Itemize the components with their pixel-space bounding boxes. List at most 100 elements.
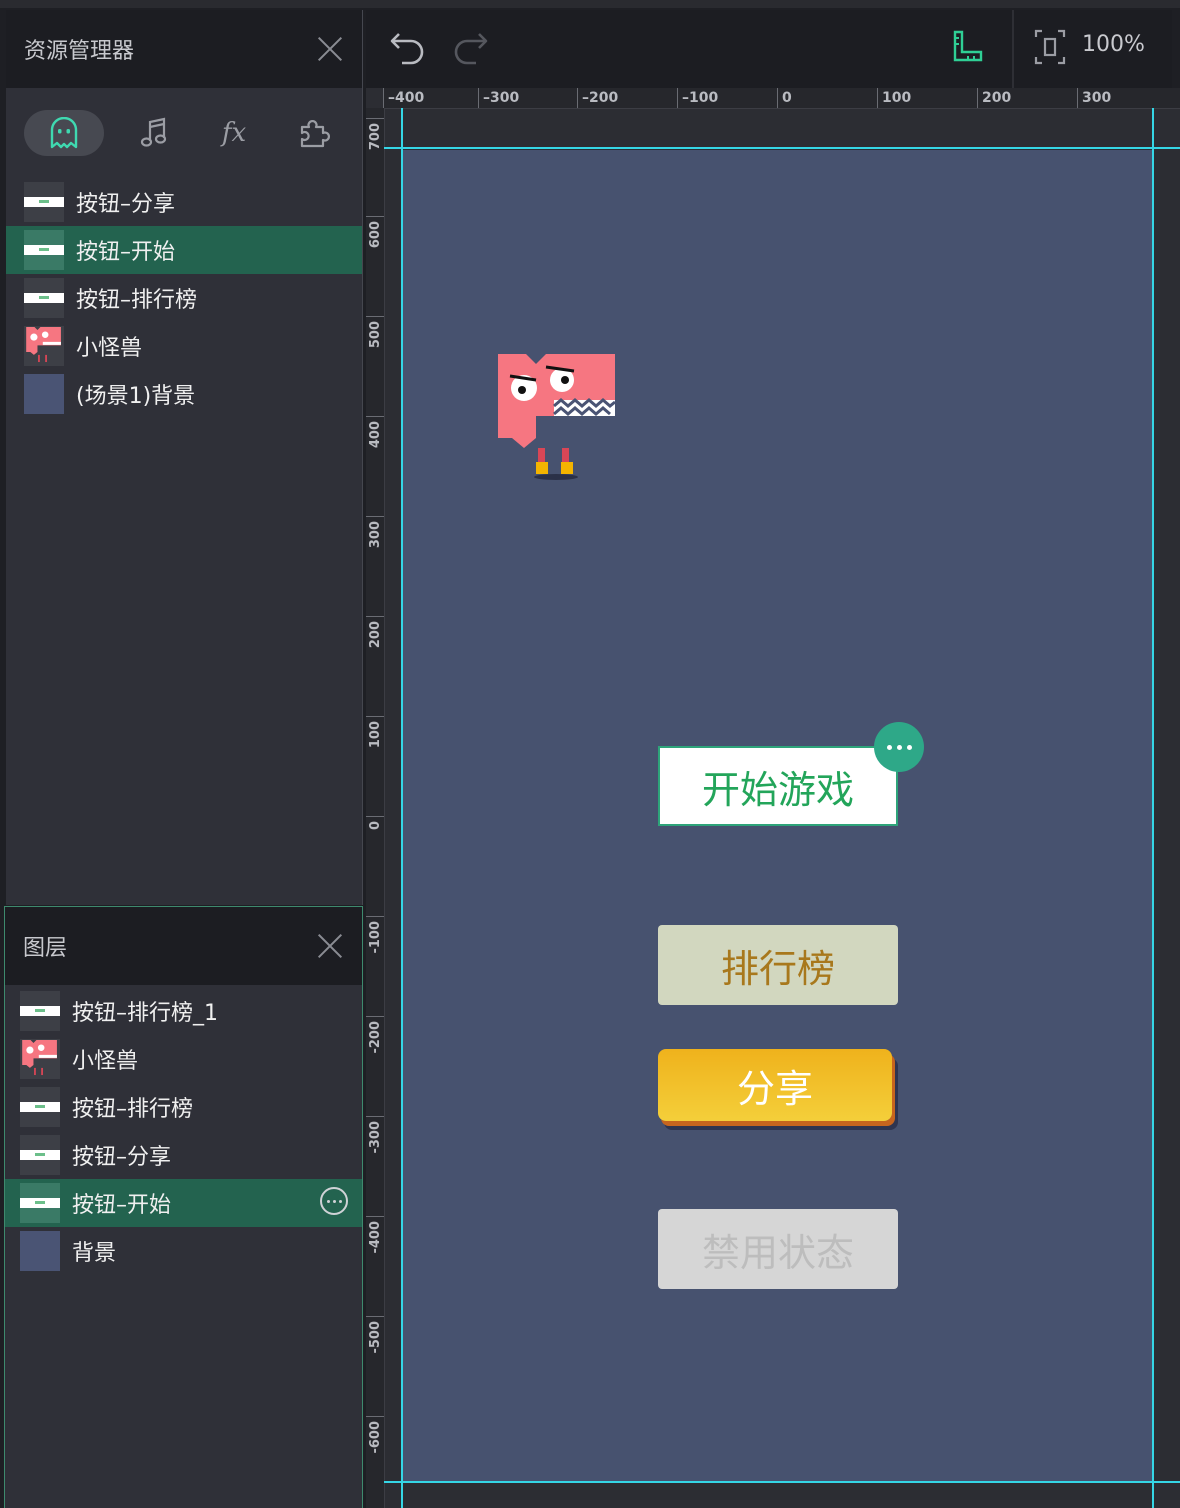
layer-item-label: 小怪兽 — [72, 1049, 139, 1074]
button-thumbnail — [20, 1135, 60, 1175]
ruler-tick: 600 — [366, 216, 384, 248]
toolbar-divider — [1012, 10, 1014, 88]
fx-icon: fx — [221, 118, 247, 148]
background-thumbnail — [20, 1231, 60, 1271]
asset-item-label: 按钮–排行榜 — [76, 288, 198, 313]
disabled-state-label: 禁用状态 — [701, 1230, 854, 1275]
layer-item-rank[interactable]: 按钮–排行榜 — [5, 1083, 362, 1131]
ruler-tick: 0 — [366, 816, 384, 830]
background-thumbnail — [24, 374, 64, 414]
fit-screen-icon — [1034, 29, 1066, 65]
fit-screen-button[interactable] — [1034, 28, 1066, 70]
button-thumbnail — [24, 182, 64, 222]
layer-list: 按钮–排行榜_1 小怪兽 按钮–排行榜 按钮–分享 按钮–开始 背景 — [5, 985, 362, 1275]
start-game-label: 开始游戏 — [701, 767, 854, 812]
layer-item-monster[interactable]: 小怪兽 — [5, 1035, 362, 1083]
layers-panel: 图层 按钮–排行榜_1 小怪兽 按钮–排行榜 按钮–分享 按钮–开始 背景 — [4, 906, 363, 1508]
layers-panel-header: 图层 — [5, 907, 362, 985]
share-label: 分享 — [736, 1066, 813, 1111]
assets-panel-header: 资源管理器 — [6, 10, 362, 88]
layer-item-label: 按钮–排行榜 — [72, 1097, 194, 1122]
layer-item-label: 按钮–排行榜_1 — [72, 1001, 218, 1026]
asset-item-label: (场景1)背景 — [76, 384, 196, 409]
ruler-tick: 0 — [777, 88, 792, 108]
leaderboard-button[interactable]: 排行榜 — [658, 925, 898, 1005]
ruler-tick: -400 — [366, 1216, 384, 1254]
ruler-tick: –400 — [383, 88, 424, 108]
assets-panel: 资源管理器 fx 按钮–分享 按钮–开始 按钮–排行榜 小怪兽 (场景1)背景 — [6, 10, 363, 905]
undo-icon — [390, 33, 424, 65]
ruler-tick: –100 — [677, 88, 718, 108]
tab-plugins[interactable] — [284, 110, 344, 156]
canvas-guide-right — [1152, 108, 1154, 1508]
layers-panel-title: 图层 — [23, 936, 68, 961]
layer-item-rank-1[interactable]: 按钮–排行榜_1 — [5, 987, 362, 1035]
button-thumbnail — [20, 991, 60, 1031]
window-top-border — [0, 0, 1180, 8]
asset-item-button-share[interactable]: 按钮–分享 — [6, 178, 362, 226]
layer-item-label: 按钮–开始 — [72, 1193, 172, 1218]
scene-stage[interactable]: –400 –300 –200 –100 0 100 200 300 700 60… — [366, 88, 1180, 1508]
ruler-tick: 300 — [1077, 88, 1111, 108]
start-game-button[interactable]: 开始游戏 — [658, 746, 898, 826]
layer-item-label: 背景 — [72, 1241, 117, 1266]
ruler-icon — [953, 30, 983, 62]
share-button[interactable]: 分享 — [658, 1049, 892, 1121]
tab-audio[interactable] — [124, 110, 184, 156]
asset-item-button-rank[interactable]: 按钮–排行榜 — [6, 274, 362, 322]
editor-toolbar: 100% — [366, 10, 1172, 88]
disabled-state-button[interactable]: 禁用状态 — [658, 1209, 898, 1289]
asset-item-background[interactable]: (场景1)背景 — [6, 370, 362, 418]
ruler-tick: -300 — [366, 1116, 384, 1154]
asset-type-tabs: fx — [6, 88, 362, 178]
ruler-tick: -100 — [366, 916, 384, 954]
ruler-tick: -600 — [366, 1416, 384, 1454]
ruler-tick: -500 — [366, 1316, 384, 1354]
ruler-tick: 200 — [977, 88, 1011, 108]
ruler-tick: -200 — [366, 1016, 384, 1054]
more-options-icon[interactable] — [320, 1187, 348, 1215]
ghost-icon — [50, 117, 78, 149]
ruler-tick: 100 — [366, 716, 384, 748]
redo-button[interactable] — [450, 28, 490, 72]
close-icon[interactable] — [316, 35, 344, 63]
zoom-level[interactable]: 100% — [1082, 32, 1145, 57]
ruler-tick: 400 — [366, 416, 384, 448]
button-thumbnail — [24, 230, 64, 270]
ruler-tick: 500 — [366, 316, 384, 348]
asset-item-label: 按钮–开始 — [76, 240, 176, 265]
layer-item-background[interactable]: 背景 — [5, 1227, 362, 1275]
ruler-toggle-button[interactable] — [952, 28, 984, 68]
puzzle-icon — [300, 119, 330, 148]
asset-item-label: 按钮–分享 — [76, 192, 176, 217]
leaderboard-label: 排行榜 — [720, 946, 835, 991]
music-note-icon — [140, 117, 167, 147]
ruler-tick: 700 — [366, 118, 384, 150]
redo-icon — [454, 33, 488, 65]
button-thumbnail — [24, 278, 64, 318]
ruler-tick: –300 — [478, 88, 519, 108]
ruler-tick: 200 — [366, 616, 384, 648]
monster-thumbnail — [24, 326, 64, 366]
asset-item-label: 小怪兽 — [76, 336, 143, 361]
layer-item-label: 按钮–分享 — [72, 1145, 172, 1170]
layer-item-start[interactable]: 按钮–开始 — [5, 1179, 362, 1227]
tab-sprites[interactable] — [24, 110, 104, 156]
ruler-tick: 300 — [366, 516, 384, 548]
button-thumbnail — [20, 1087, 60, 1127]
asset-list: 按钮–分享 按钮–开始 按钮–排行榜 小怪兽 (场景1)背景 — [6, 178, 362, 418]
layer-item-share[interactable]: 按钮–分享 — [5, 1131, 362, 1179]
canvas-guide-left — [401, 108, 403, 1508]
monster-thumbnail — [20, 1039, 60, 1079]
asset-item-button-start[interactable]: 按钮–开始 — [6, 226, 362, 274]
undo-button[interactable] — [388, 28, 428, 72]
asset-item-monster[interactable]: 小怪兽 — [6, 322, 362, 370]
vertical-ruler: 700 600 500 400 300 200 100 0 -100 -200 … — [366, 108, 385, 1508]
assets-panel-title: 资源管理器 — [24, 39, 135, 64]
tab-effects[interactable]: fx — [204, 110, 264, 156]
close-icon[interactable] — [316, 932, 344, 960]
monster-sprite[interactable] — [498, 354, 618, 482]
button-thumbnail — [20, 1183, 60, 1223]
selection-menu-icon[interactable] — [874, 722, 924, 772]
canvas-guide-top — [384, 147, 1180, 149]
